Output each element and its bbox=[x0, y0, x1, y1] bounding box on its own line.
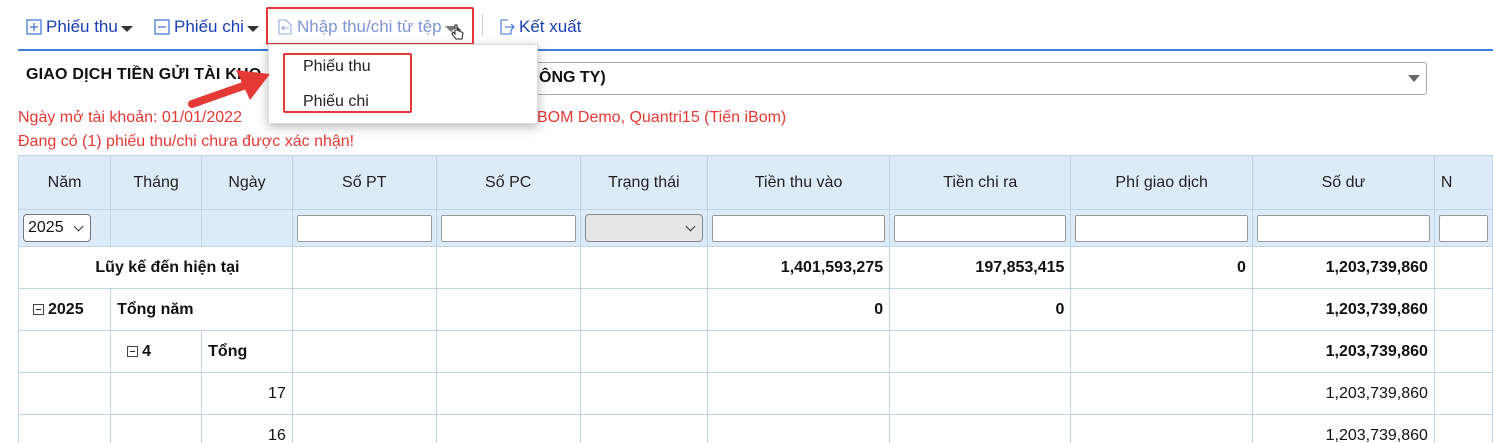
money-in-value bbox=[707, 330, 891, 373]
balance-value: 1,203,739,860 bbox=[1251, 288, 1435, 331]
status-filter-select[interactable] bbox=[584, 214, 704, 242]
balance-value: 1,203,739,860 bbox=[1251, 414, 1435, 443]
export-icon bbox=[500, 19, 515, 35]
col-header-month[interactable]: Tháng bbox=[110, 155, 203, 210]
day-value: 16 bbox=[201, 414, 293, 443]
toolbar-divider bbox=[482, 14, 483, 36]
collapse-icon[interactable] bbox=[127, 345, 139, 357]
minus-icon bbox=[154, 19, 170, 35]
year-value: 2025 bbox=[48, 300, 84, 318]
chevron-down-icon bbox=[120, 26, 133, 32]
balance-value: 1,203,739,860 bbox=[1251, 372, 1435, 415]
balance-value: 1,203,739,860 bbox=[1251, 246, 1435, 289]
payment-no-filter[interactable] bbox=[440, 214, 576, 242]
payment-label: Phiếu chi bbox=[174, 17, 244, 36]
money-out-value: 0 bbox=[889, 288, 1072, 331]
import-highlight-box bbox=[266, 7, 474, 45]
year-filter-select[interactable]: 2025 bbox=[23, 214, 91, 242]
export-button[interactable]: Kết xuất bbox=[499, 14, 581, 40]
add-icon bbox=[26, 19, 42, 35]
table-row[interactable]: 4 Tổng 1,203,739,860 bbox=[17, 330, 1493, 373]
row-label: Tổng năm bbox=[110, 288, 293, 331]
money-in-value: 1,401,593,275 bbox=[707, 246, 891, 289]
transactions-table: Năm Tháng Ngày Số PT Số PC Trạng thái Ti… bbox=[17, 155, 1493, 443]
chevron-down-icon bbox=[246, 26, 259, 32]
money-out-filter[interactable] bbox=[894, 214, 1067, 242]
money-out-value: 197,853,415 bbox=[889, 246, 1072, 289]
row-label: Lũy kế đến hiện tại bbox=[18, 246, 293, 289]
export-label: Kết xuất bbox=[519, 17, 582, 36]
receipt-no-filter[interactable] bbox=[296, 214, 432, 242]
receipt-label: Phiếu thu bbox=[46, 17, 118, 36]
money-in-filter[interactable] bbox=[712, 214, 886, 242]
year-filter-value: 2025 bbox=[28, 219, 64, 236]
month-value: 4 bbox=[142, 342, 151, 360]
account-select[interactable]: ÔNG TY) bbox=[528, 62, 1427, 95]
fee-value bbox=[1070, 330, 1253, 373]
receipt-menu-button[interactable]: Phiếu thu bbox=[26, 14, 133, 40]
table-row[interactable]: Lũy kế đến hiện tại 1,401,593,275 197,85… bbox=[18, 246, 1493, 289]
col-header-year[interactable]: Năm bbox=[17, 155, 112, 210]
balance-value: 1,203,739,860 bbox=[1251, 330, 1435, 373]
col-header-status[interactable]: Trạng thái bbox=[579, 155, 709, 210]
account-users: BOM Demo, Quantri15 (Tiến iBom) bbox=[537, 109, 787, 126]
next-col-filter[interactable] bbox=[1438, 214, 1488, 242]
fee-value bbox=[1070, 288, 1253, 331]
toolbar-underline bbox=[18, 49, 1493, 51]
col-header-money-in[interactable]: Tiền thu vào bbox=[707, 155, 891, 210]
col-header-day[interactable]: Ngày bbox=[201, 155, 293, 210]
table-row[interactable]: 17 1,203,739,860 bbox=[17, 372, 1493, 415]
chevron-down-icon bbox=[685, 221, 696, 232]
account-select-value: ÔNG TY) bbox=[539, 69, 606, 86]
day-value: 17 bbox=[201, 372, 293, 415]
menu-highlight-box bbox=[283, 53, 412, 113]
year-group-cell[interactable]: 2025 bbox=[17, 288, 112, 331]
collapse-icon[interactable] bbox=[33, 303, 44, 315]
toolbar: Phiếu thu Phiếu chi Nhập thu/chi từ tệp … bbox=[0, 0, 1493, 50]
money-out-value bbox=[889, 330, 1072, 373]
col-header-money-out[interactable]: Tiền chi ra bbox=[889, 155, 1072, 210]
col-header-next[interactable]: N bbox=[1433, 155, 1493, 210]
filter-year-cell: 2025 bbox=[17, 209, 112, 247]
col-header-payment-no[interactable]: Số PC bbox=[435, 155, 581, 210]
fee-filter[interactable] bbox=[1075, 214, 1248, 242]
pending-notice: Đang có (1) phiếu thu/chi chưa được xác … bbox=[18, 133, 355, 150]
col-header-balance[interactable]: Số dư bbox=[1251, 155, 1435, 210]
filter-day-cell bbox=[201, 209, 293, 247]
fee-value: 0 bbox=[1070, 246, 1253, 289]
chevron-down-icon bbox=[1408, 75, 1420, 82]
money-in-value: 0 bbox=[707, 288, 891, 331]
payment-menu-button[interactable]: Phiếu chi bbox=[154, 14, 259, 40]
table-row[interactable]: 16 1,203,739,860 bbox=[17, 414, 1493, 443]
col-header-receipt-no[interactable]: Số PT bbox=[291, 155, 437, 210]
balance-filter[interactable] bbox=[1256, 214, 1430, 242]
col-header-fee[interactable]: Phí giao dịch bbox=[1070, 155, 1253, 210]
month-group-cell[interactable]: 4 bbox=[110, 330, 203, 373]
filter-month-cell bbox=[110, 209, 203, 247]
row-label: Tổng bbox=[201, 330, 293, 373]
table-row[interactable]: 2025 Tổng năm 0 0 1,203,739,860 bbox=[17, 288, 1493, 331]
arrow-icon bbox=[188, 70, 270, 108]
chevron-down-icon bbox=[73, 221, 84, 232]
